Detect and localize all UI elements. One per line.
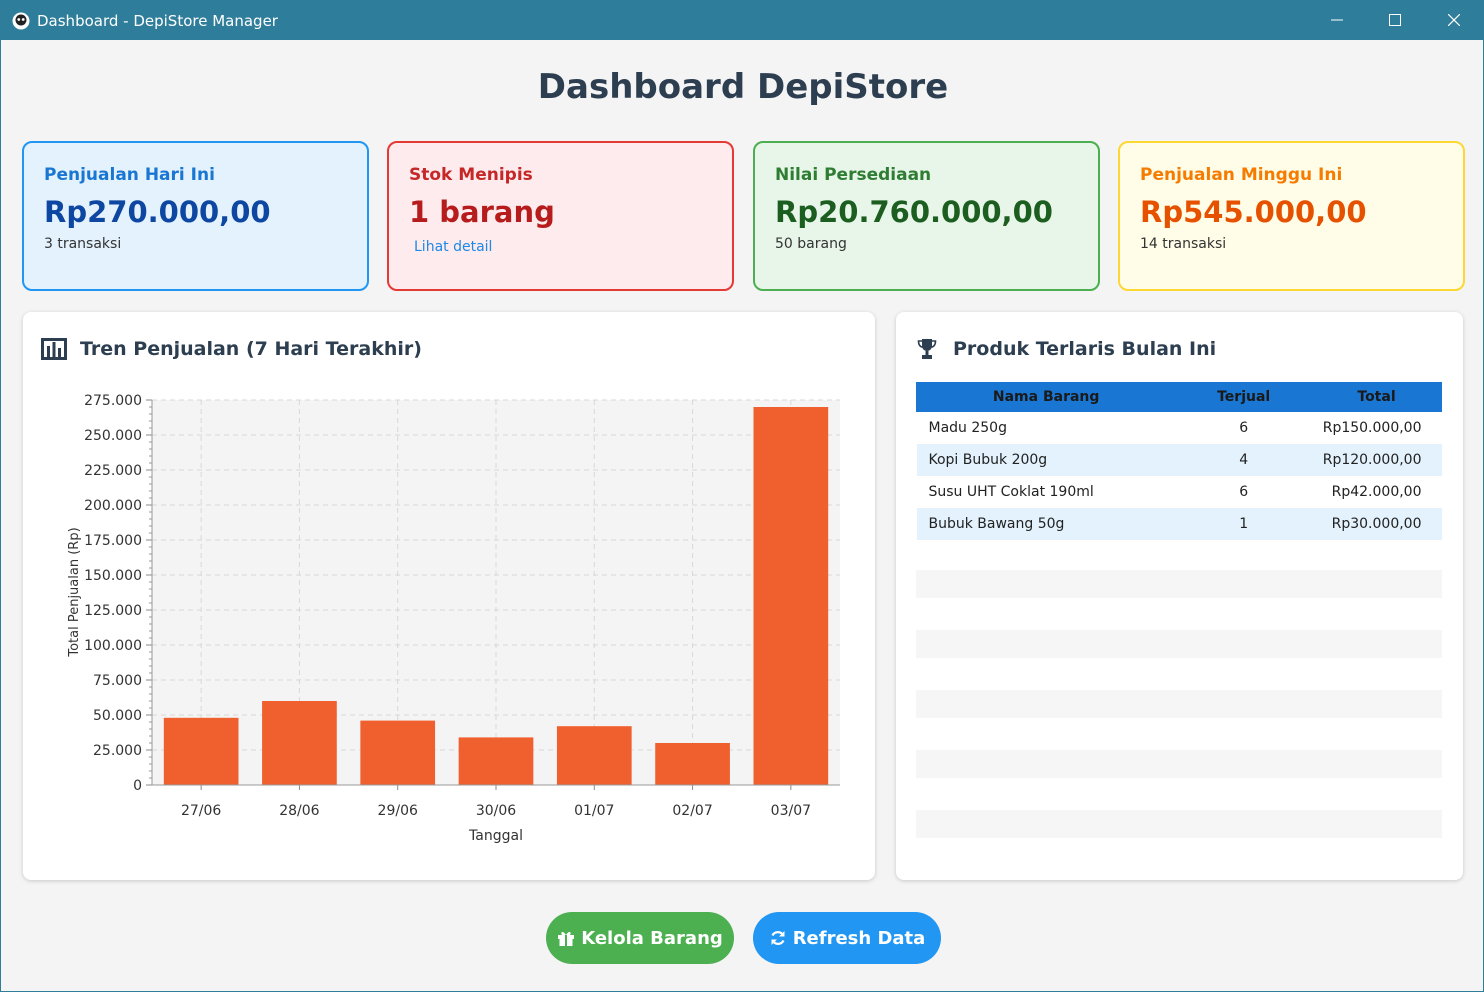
y-tick-label: 175.000 — [84, 533, 142, 549]
gift-icon — [558, 931, 575, 946]
cell-name: Susu UHT Coklat 190ml — [916, 475, 1176, 508]
bar-30-06[interactable] — [458, 737, 534, 785]
cell-total: Rp30.000,00 — [1311, 507, 1442, 540]
minimize-icon — [1331, 19, 1343, 21]
y-tick-label: 75.000 — [93, 673, 142, 689]
card-subtext: 3 transaksi — [44, 236, 122, 252]
card-inventory-value: Nilai Persediaan Rp20.760.000,00 50 bara… — [753, 141, 1100, 291]
card-sales-today: Penjualan Hari Ini Rp270.000,00 3 transa… — [22, 141, 369, 291]
x-tick-label: 01/07 — [574, 803, 614, 819]
close-icon — [1448, 14, 1460, 26]
window-title: Dashboard - DepiStore Manager — [37, 12, 278, 30]
best-sellers-table: Nama Barang Terjual Total Madu 250g 6 Rp… — [915, 382, 1442, 540]
refresh-icon — [771, 931, 785, 945]
refresh-data-label: Refresh Data — [792, 927, 926, 949]
empty-row — [916, 570, 1442, 598]
x-tick-label: 02/07 — [672, 803, 712, 819]
table-row[interactable]: Bubuk Bawang 50g 1 Rp30.000,00 — [916, 507, 1442, 540]
x-axis-label: Tanggal — [468, 828, 523, 844]
card-subtext: 50 barang — [775, 236, 847, 252]
bar-02-07[interactable] — [655, 743, 730, 785]
x-tick-label: 03/07 — [771, 803, 811, 819]
column-header-name[interactable]: Nama Barang — [915, 382, 1177, 412]
cell-name: Bubuk Bawang 50g — [916, 507, 1176, 540]
page-title: Dashboard DepiStore — [537, 67, 949, 107]
empty-row — [916, 690, 1442, 718]
title-bar[interactable]: Dashboard - DepiStore Manager — [1, 1, 1484, 40]
bar-27-06[interactable] — [163, 717, 239, 785]
cell-sold: 4 — [1175, 443, 1312, 476]
minimize-button[interactable] — [1308, 1, 1366, 40]
empty-row — [916, 750, 1442, 778]
y-tick-label: 225.000 — [84, 463, 142, 479]
card-label: Penjualan Hari Ini — [44, 165, 215, 185]
y-tick-label: 100.000 — [84, 638, 142, 654]
trophy-icon — [917, 339, 937, 359]
card-value: Rp270.000,00 — [44, 195, 271, 229]
refresh-data-button[interactable]: Refresh Data — [753, 912, 941, 964]
card-low-stock: Stok Menipis 1 barang Lihat detail — [387, 141, 734, 291]
x-tick-label: 27/06 — [181, 803, 221, 819]
table-header-row: Nama Barang Terjual Total — [915, 382, 1442, 412]
bar-28-06[interactable] — [262, 701, 337, 785]
cell-name: Kopi Bubuk 200g — [916, 443, 1176, 476]
cell-total: Rp150.000,00 — [1311, 411, 1442, 444]
cell-sold: 6 — [1175, 475, 1312, 508]
maximize-button[interactable] — [1366, 1, 1424, 40]
sales-bar-chart: 0 25.000 50.000 75.000 100.000 125.000 150.000… — [67, 393, 840, 844]
x-tick-label: 29/06 — [378, 803, 418, 819]
card-sales-week: Penjualan Minggu Ini Rp545.000,00 14 tra… — [1118, 141, 1465, 291]
empty-row — [916, 810, 1442, 838]
column-header-sold[interactable]: Terjual — [1175, 382, 1313, 412]
table-title: Produk Terlaris Bulan Ini — [953, 338, 1217, 360]
card-label: Nilai Persediaan — [775, 165, 932, 185]
cell-sold: 6 — [1175, 411, 1312, 444]
best-sellers-panel: Produk Terlaris Bulan Ini Nama Barang Te… — [896, 312, 1463, 880]
y-tick-label: 125.000 — [84, 603, 142, 619]
table-row[interactable]: Madu 250g 6 Rp150.000,00 — [916, 411, 1442, 444]
view-detail-link[interactable]: Lihat detail — [414, 239, 492, 255]
empty-row — [916, 630, 1442, 658]
table-row[interactable]: Kopi Bubuk 200g 4 Rp120.000,00 — [916, 443, 1442, 476]
cell-name: Madu 250g — [916, 411, 1176, 444]
cell-total: Rp42.000,00 — [1311, 475, 1442, 508]
manage-items-button[interactable]: Kelola Barang — [546, 912, 734, 964]
bar-03-07[interactable] — [753, 407, 829, 785]
y-axis-label: Total Penjualan (Rp) — [67, 527, 82, 657]
y-tick-label: 200.000 — [84, 498, 142, 514]
card-subtext: 14 transaksi — [1140, 236, 1227, 252]
bar-29-06[interactable] — [360, 720, 436, 785]
cell-sold: 1 — [1175, 507, 1312, 540]
card-value: Rp545.000,00 — [1140, 195, 1367, 229]
close-button[interactable] — [1425, 1, 1483, 40]
app-icon — [12, 12, 30, 30]
y-tick-label: 0 — [133, 778, 142, 794]
x-tick-label: 28/06 — [279, 803, 319, 819]
maximize-icon — [1389, 14, 1401, 26]
sales-trend-panel: Tren Penjualan (7 Hari Terakhir) 0 25.000… — [23, 312, 875, 880]
app-window: Dashboard - DepiStore Manager Dashboard … — [0, 0, 1484, 992]
cell-total: Rp120.000,00 — [1311, 443, 1442, 476]
table-row[interactable]: Susu UHT Coklat 190ml 6 Rp42.000,00 — [916, 475, 1442, 508]
y-tick-label: 275.000 — [84, 393, 142, 409]
y-tick-label: 25.000 — [93, 743, 142, 759]
y-tick-label: 150.000 — [84, 568, 142, 584]
bar-01-07[interactable] — [556, 726, 632, 785]
y-tick-label: 250.000 — [84, 428, 142, 444]
card-label: Penjualan Minggu Ini — [1140, 165, 1343, 185]
card-label: Stok Menipis — [409, 165, 533, 185]
card-value: Rp20.760.000,00 — [775, 195, 1053, 229]
x-tick-label: 30/06 — [476, 803, 516, 819]
y-tick-label: 50.000 — [93, 708, 142, 724]
card-value: 1 barang — [409, 195, 555, 229]
manage-items-label: Kelola Barang — [581, 927, 723, 949]
column-header-total[interactable]: Total — [1311, 382, 1442, 412]
